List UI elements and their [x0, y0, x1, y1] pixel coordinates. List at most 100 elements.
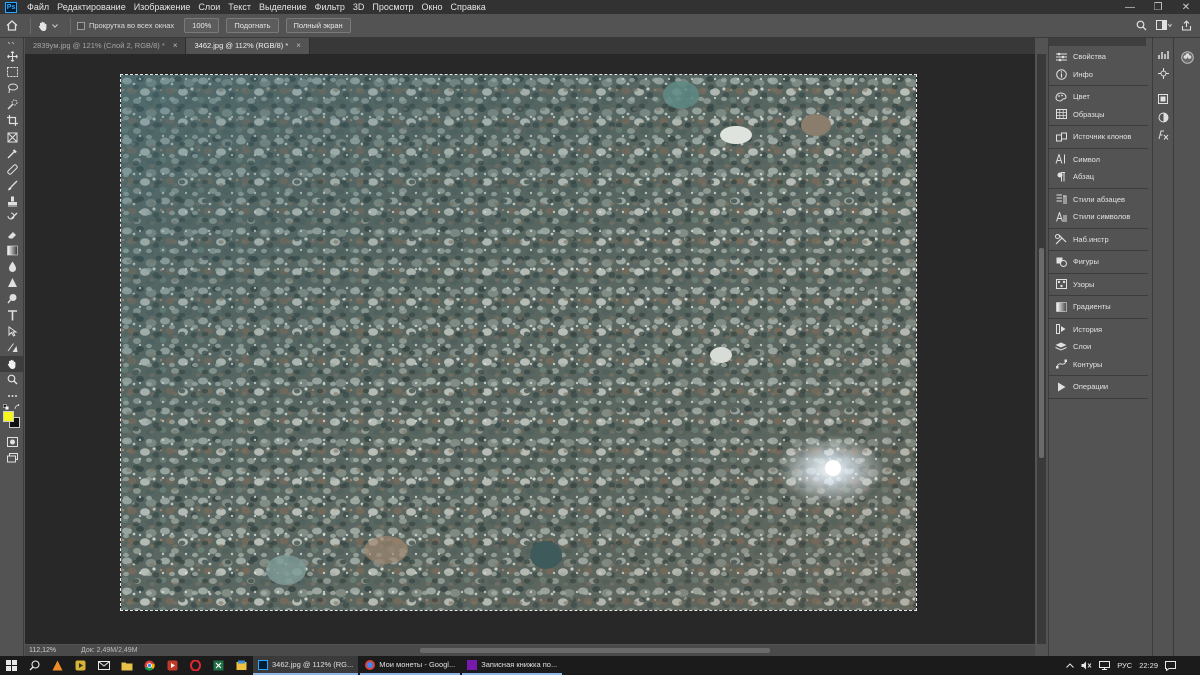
panel-gradients[interactable]: Градиенты [1049, 298, 1148, 316]
brush-tool-icon[interactable] [0, 178, 24, 194]
menu-image[interactable]: Изображение [130, 2, 195, 12]
scroll-all-windows-checkbox[interactable]: Прокрутка во всех окнах [77, 21, 174, 30]
menu-filter[interactable]: Фильтр [311, 2, 349, 12]
panel-swatches[interactable]: Образцы [1049, 106, 1148, 124]
libraries-strip-icon[interactable] [1153, 64, 1173, 82]
menu-3d[interactable]: 3D [349, 2, 369, 12]
panel-paragraph-styles[interactable]: Стили абзацев [1049, 191, 1148, 209]
menu-type[interactable]: Текст [224, 2, 255, 12]
notifications-icon[interactable] [1165, 660, 1176, 671]
fit-screen-button[interactable]: Подогнать [226, 18, 279, 33]
panel-color[interactable]: Цвет [1049, 88, 1148, 106]
menu-help[interactable]: Справка [446, 2, 489, 12]
hand-tool-icon[interactable] [0, 355, 24, 372]
search-icon[interactable] [23, 656, 46, 675]
menu-window[interactable]: Окно [418, 2, 447, 12]
cloud-documents-icon[interactable] [1174, 48, 1200, 66]
opera-icon[interactable] [184, 656, 207, 675]
taskbar-app-chrome[interactable]: Мои монеты - Googl... [360, 656, 461, 675]
more-tools-icon[interactable] [0, 388, 24, 404]
panel-actions[interactable]: Операции [1049, 378, 1148, 396]
close-icon[interactable]: × [296, 38, 301, 54]
horizontal-scroll-thumb[interactable] [420, 648, 770, 653]
lasso-tool-icon[interactable] [0, 80, 24, 96]
mail-icon[interactable] [92, 656, 115, 675]
excel-icon[interactable] [207, 656, 230, 675]
volume-muted-icon[interactable] [1081, 661, 1092, 670]
taskbar-app-onenote[interactable]: Записная книжка по... [462, 656, 563, 675]
quick-mask-icon[interactable] [0, 434, 24, 450]
vertical-scroll-thumb[interactable] [1039, 248, 1044, 458]
default-colors-icon[interactable] [3, 404, 9, 410]
quick-selection-tool-icon[interactable] [0, 97, 24, 113]
adjustment-strip-icon[interactable] [1153, 108, 1173, 126]
clone-stamp-tool-icon[interactable] [0, 194, 24, 210]
zoom-tool-icon[interactable] [0, 372, 24, 388]
menu-layers[interactable]: Слои [194, 2, 224, 12]
healing-brush-tool-icon[interactable] [0, 161, 24, 177]
close-icon[interactable]: × [173, 38, 178, 54]
strip-collapse-icon[interactable] [1174, 38, 1200, 48]
panel-paragraph[interactable]: Абзац [1049, 168, 1148, 186]
menu-edit[interactable]: Редактирование [53, 2, 130, 12]
windows-start-icon[interactable] [0, 656, 23, 675]
crop-tool-icon[interactable] [0, 113, 24, 129]
blur-tool-icon[interactable] [0, 258, 24, 274]
panel-patterns[interactable]: Узоры [1049, 276, 1148, 294]
workspace-icon[interactable] [1156, 20, 1172, 31]
doc-tab-3462[interactable]: 3462.jpg @ 112% (RGB/8) * × [186, 38, 310, 54]
adjustments-strip-icon[interactable] [1153, 46, 1173, 64]
styles-fx-strip-icon[interactable] [1153, 126, 1173, 144]
pinned-app-a-icon[interactable] [46, 656, 69, 675]
chrome-pinned-icon[interactable] [138, 656, 161, 675]
channels-strip-icon[interactable] [1153, 90, 1173, 108]
strip-collapse-icon[interactable] [1153, 38, 1173, 46]
zoom-100-button[interactable]: 100% [184, 18, 220, 33]
panel-dock-header[interactable] [1048, 38, 1146, 46]
panel-paths[interactable]: Контуры [1049, 356, 1148, 374]
rectangle-tool-icon[interactable] [0, 339, 24, 355]
panel-info[interactable]: Инфо [1049, 66, 1148, 84]
document-size[interactable]: Док: 2,49M/2,49M [81, 647, 138, 654]
taskbar-app-photoshop[interactable]: 3462.jpg @ 112% (RG... [253, 656, 359, 675]
share-icon[interactable] [1181, 20, 1192, 31]
video-app-icon[interactable] [161, 656, 184, 675]
vertical-scrollbar[interactable] [1037, 54, 1046, 644]
panel-layers[interactable]: Слои [1049, 338, 1148, 356]
search-icon[interactable] [1136, 20, 1147, 31]
fill-screen-button[interactable]: Полный экран [285, 18, 351, 33]
move-tool-icon[interactable] [0, 48, 24, 64]
panel-character[interactable]: Символ [1049, 151, 1148, 169]
canvas-area[interactable] [25, 54, 1035, 644]
close-window-button[interactable]: ✕ [1172, 0, 1200, 14]
frame-tool-icon[interactable] [0, 129, 24, 145]
marquee-tool-icon[interactable] [0, 64, 24, 80]
panel-shapes[interactable]: Фигуры [1049, 253, 1148, 271]
explorer-app-icon[interactable] [230, 656, 253, 675]
clock[interactable]: 22:29 [1139, 661, 1158, 670]
input-language[interactable]: РУС [1117, 661, 1132, 670]
network-icon[interactable] [1099, 661, 1111, 670]
pinned-media-icon[interactable] [69, 656, 92, 675]
zoom-level[interactable]: 112,12% [29, 647, 81, 654]
tool-preset-picker[interactable] [37, 20, 58, 32]
menu-view[interactable]: Просмотр [368, 2, 417, 12]
chevron-up-icon[interactable] [1066, 663, 1075, 668]
gradient-tool-icon[interactable] [0, 242, 24, 258]
panel-properties[interactable]: Свойства [1049, 48, 1148, 66]
dodge-tool-icon[interactable] [0, 275, 24, 291]
type-tool-icon[interactable] [0, 307, 24, 323]
file-explorer-icon[interactable] [115, 656, 138, 675]
checkbox-box[interactable] [77, 21, 85, 30]
history-brush-tool-icon[interactable] [0, 210, 24, 226]
path-selection-tool-icon[interactable] [0, 323, 24, 339]
home-icon[interactable] [0, 20, 24, 31]
foreground-color-swatch[interactable] [3, 411, 14, 423]
panel-history[interactable]: История [1049, 321, 1148, 339]
eraser-tool-icon[interactable] [0, 226, 24, 242]
panel-clone-source[interactable]: Источник клонов [1049, 128, 1148, 146]
pen-tool-icon[interactable] [0, 291, 24, 307]
document-image[interactable] [120, 74, 917, 611]
menu-select[interactable]: Выделение [255, 2, 311, 12]
minimize-button[interactable]: — [1116, 0, 1144, 14]
